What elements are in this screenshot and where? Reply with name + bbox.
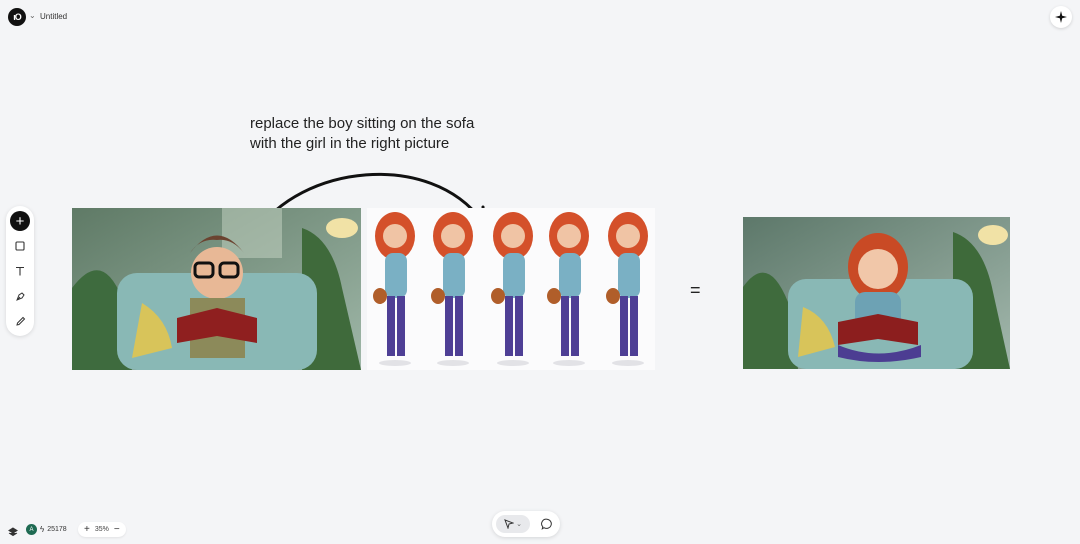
zoom-level[interactable]: 35% bbox=[95, 526, 109, 533]
layers-icon[interactable] bbox=[8, 524, 18, 542]
text-icon[interactable] bbox=[10, 261, 30, 281]
pen-icon[interactable] bbox=[10, 286, 30, 306]
annotation-text[interactable]: replace the boy sitting on the sofa with… bbox=[250, 114, 474, 154]
pencil-icon[interactable] bbox=[10, 311, 30, 331]
zoom-out-button[interactable]: − bbox=[114, 524, 120, 535]
equals-sign: = bbox=[690, 280, 701, 300]
cursor-arrow-icon bbox=[504, 519, 515, 529]
annotation-line-1: replace the boy sitting on the sofa bbox=[250, 115, 475, 132]
bottom-toolbar: ⌄ bbox=[492, 511, 560, 537]
credits-display[interactable]: A ϟ 25178 bbox=[26, 521, 67, 538]
logo-icon[interactable]: ιO bbox=[8, 8, 26, 26]
boy-on-sofa-image[interactable] bbox=[72, 208, 361, 370]
zoom-control: + 35% − bbox=[78, 522, 126, 537]
left-toolbar: + bbox=[6, 206, 34, 336]
square-icon[interactable] bbox=[10, 236, 30, 256]
document-title[interactable]: Untitled bbox=[40, 12, 67, 21]
chevron-down-icon[interactable]: ⌄ bbox=[516, 520, 522, 528]
avatar[interactable]: A bbox=[26, 524, 37, 535]
comment-icon[interactable] bbox=[538, 515, 556, 533]
bolt-icon: ϟ bbox=[40, 525, 45, 534]
zoom-in-button[interactable]: + bbox=[84, 524, 90, 535]
sparkle-icon[interactable] bbox=[1050, 6, 1072, 28]
girl-character-sheet-image[interactable] bbox=[367, 208, 655, 370]
plus-icon[interactable]: + bbox=[10, 211, 30, 231]
girl-on-sofa-result-image[interactable] bbox=[743, 217, 1010, 369]
credits-count: 25178 bbox=[47, 526, 67, 533]
annotation-line-2: with the girl in the right picture bbox=[250, 135, 450, 152]
chevron-down-icon[interactable]: ⌄ bbox=[29, 11, 36, 20]
select-tool-button[interactable]: ⌄ bbox=[496, 515, 530, 533]
